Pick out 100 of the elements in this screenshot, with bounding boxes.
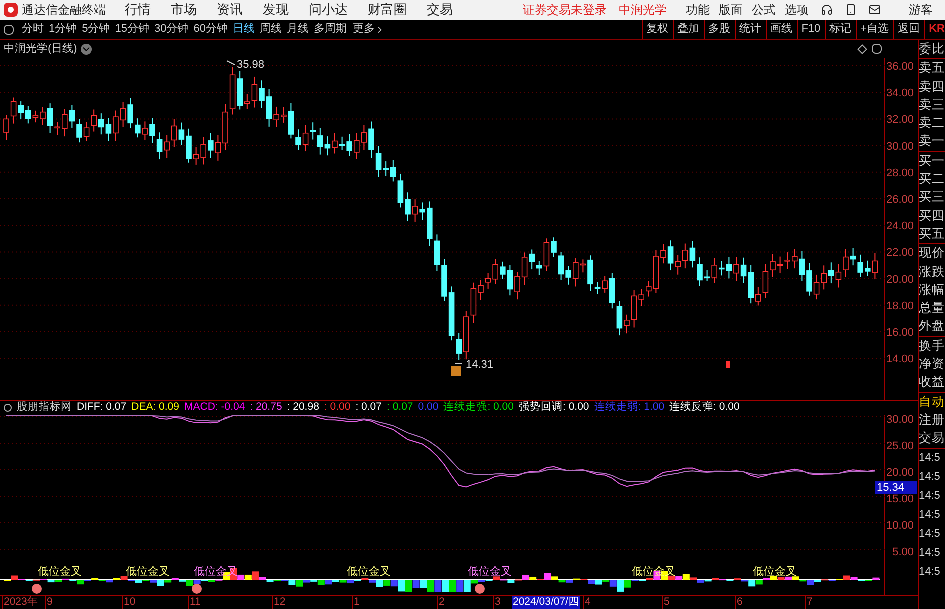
period-tab[interactable]: 分时 [22, 21, 44, 38]
high-price-annotation: 35.98 [226, 59, 265, 71]
small-marker-icon[interactable] [726, 361, 730, 368]
date-axis-label: 4 [583, 596, 592, 609]
indicator-value: 连续反弹: 0.00 [670, 400, 740, 416]
period-tab[interactable]: 30分钟 [154, 21, 189, 38]
panel-tab[interactable]: 注册 [919, 410, 945, 430]
stock-name: 中润光学 [619, 2, 667, 19]
panel-tab[interactable]: 自动 [919, 392, 945, 411]
period-tab[interactable]: 多周期 [314, 21, 347, 38]
quote-label: 涨跌 [919, 264, 945, 281]
user-label[interactable]: 游客 [909, 1, 933, 19]
headset-icon[interactable] [821, 4, 833, 16]
menu-item[interactable]: 问小达 [309, 0, 348, 20]
low-price-annotation: 14.31 [454, 359, 494, 371]
toolbar-button[interactable]: 叠加 [672, 20, 704, 39]
signal-label: 低位金叉 [38, 566, 82, 578]
period-tab[interactable]: 5分钟 [82, 21, 110, 38]
period-tab[interactable]: 月线 [287, 21, 309, 38]
indicator-axis-label: 10.00 [886, 520, 914, 532]
price-axis-label: 18.00 [886, 300, 914, 312]
quote-label: 卖二 [919, 115, 945, 132]
more-button[interactable]: 更多 [353, 21, 385, 38]
toolbar-button[interactable]: 复权 [642, 20, 673, 39]
quote-label: 买四 [919, 208, 945, 225]
price-axis-label: 34.00 [886, 88, 914, 100]
indicator-value: 连续走弱: 1.00 [594, 400, 665, 416]
indicator-axis-label: 15.00 [886, 494, 914, 506]
signal-label: 低位金叉 [632, 566, 676, 578]
price-axis-label: 16.00 [886, 327, 914, 339]
menu-item[interactable]: 公式 [752, 1, 776, 19]
indicator-value: 0.00 [418, 400, 439, 416]
period-tab[interactable]: 60分钟 [194, 21, 228, 38]
toolbar-button[interactable]: 返回 [893, 20, 924, 39]
indicator-value: : 20.98 [287, 400, 320, 416]
date-axis-label: 9 [45, 596, 54, 609]
signal-label: 低位金叉 [753, 566, 797, 578]
login-status[interactable]: 证券交易未登录 [523, 1, 607, 19]
indicator-value: : 0.07 [356, 400, 382, 416]
toolbar-button[interactable]: F10 [796, 20, 825, 39]
menu-item[interactable]: 交易 [427, 0, 453, 20]
event-marker-icon[interactable] [451, 366, 461, 376]
toolbar-button[interactable]: +自选 [856, 20, 894, 39]
toolbar-button[interactable]: 画线 [766, 20, 797, 39]
date-axis-label: 5 [662, 596, 671, 609]
menu-item[interactable]: 选项 [785, 1, 809, 19]
indicator-value: DIFF: 0.07 [77, 400, 127, 416]
indicator-value: DEA: 0.09 [132, 400, 180, 416]
app-logo-icon [4, 3, 18, 17]
period-tab[interactable]: 日线 [233, 21, 255, 38]
toolbar-button[interactable]: 多股 [704, 20, 735, 39]
quote-label: 涨幅 [919, 282, 945, 299]
menu-item[interactable]: 功能 [686, 1, 710, 19]
quote-label: 现价 [919, 245, 945, 262]
dropdown-icon[interactable] [81, 44, 92, 54]
menu-item[interactable]: 发现 [263, 0, 289, 20]
period-tab[interactable]: 1分钟 [49, 21, 78, 38]
menu-item[interactable]: 市场 [171, 0, 197, 20]
toolbar-button[interactable]: 统计 [734, 20, 766, 39]
price-axis-label: 24.00 [886, 220, 914, 233]
app-title: 通达信金融终端 [22, 2, 107, 19]
menu-item[interactable]: 行情 [125, 0, 151, 20]
toolbar-button[interactable]: 标记 [824, 20, 856, 39]
phone-icon[interactable] [845, 4, 857, 16]
panel-toggle-icon[interactable] [4, 24, 14, 34]
quote-label: 换手 [919, 338, 945, 355]
indicator-axis-label: 20.00 [886, 467, 914, 479]
quote-label: 收益 [919, 374, 945, 392]
price-axis-label: 30.00 [886, 140, 914, 153]
menu-item[interactable]: 版面 [719, 1, 743, 19]
menu-item[interactable]: 财富圈 [368, 0, 407, 20]
mail-icon[interactable] [869, 4, 881, 16]
indicator-value: 连续走强: 0.00 [444, 400, 514, 416]
trade-time: 14:5 [919, 508, 942, 523]
toolbar-label: KR [924, 20, 945, 39]
trade-time: 14:5 [919, 470, 942, 485]
indicator-axis-label: 5.00 [892, 546, 914, 558]
trade-time: 14:5 [919, 564, 942, 580]
price-axis-label: 14.00 [886, 354, 914, 366]
trade-time: 14:5 [919, 450, 942, 466]
price-axis-label: 26.00 [886, 194, 914, 206]
panel-tab[interactable]: 交易 [919, 429, 945, 448]
period-tab[interactable]: 15分钟 [115, 21, 150, 38]
period-tab[interactable]: 周线 [260, 21, 282, 38]
indicator-axis-label: 25.00 [886, 440, 914, 452]
indicator-value: 强势回调: 0.00 [518, 400, 590, 416]
quote-label: 委比 [919, 41, 945, 58]
indicator-value: MACD: -0.04 [184, 400, 246, 416]
indicator-axis-label: 30.00 [886, 415, 914, 426]
quote-label: 卖五 [919, 60, 945, 78]
date-axis-label: 12 [272, 596, 287, 609]
menu-item[interactable]: 资讯 [217, 0, 243, 20]
signal-label: 低位金叉 [468, 566, 512, 578]
quote-label: 买三 [919, 189, 945, 206]
quote-label: 总量 [919, 300, 945, 318]
quote-label: 净资 [919, 356, 945, 374]
value-marker: 15.34 [875, 481, 917, 494]
panel-toggle-icon[interactable] [872, 44, 882, 54]
trade-time: 14:5 [919, 546, 942, 561]
indicator-toggle-icon[interactable] [4, 404, 12, 412]
